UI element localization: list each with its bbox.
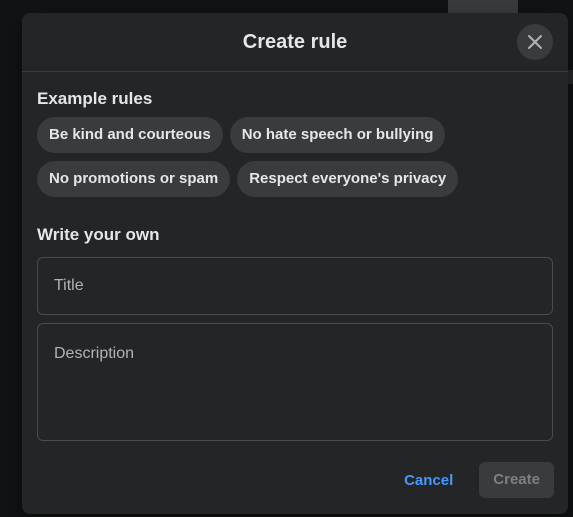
chip-be-kind[interactable]: Be kind and courteous: [37, 117, 223, 153]
description-input[interactable]: Description: [37, 323, 553, 441]
example-rules-chips: Be kind and courteous No hate speech or …: [37, 117, 497, 197]
chip-respect-privacy[interactable]: Respect everyone's privacy: [237, 161, 459, 197]
chip-no-hate-speech[interactable]: No hate speech or bullying: [229, 117, 446, 153]
dialog-title: Create rule: [242, 30, 348, 53]
chip-no-promotions[interactable]: No promotions or spam: [37, 161, 231, 197]
dialog-footer: Cancel Create: [396, 462, 554, 498]
title-input[interactable]: Title: [37, 257, 553, 315]
dialog-header: Create rule: [22, 13, 568, 72]
close-icon: [528, 35, 542, 49]
background-tab: [448, 0, 518, 13]
create-button[interactable]: Create: [479, 462, 554, 498]
create-rule-dialog: Create rule Example rules Be kind and co…: [22, 13, 568, 514]
write-your-own-label: Write your own: [37, 225, 160, 244]
dialog-body: Example rules Be kind and courteous No h…: [22, 72, 568, 441]
example-rules-label: Example rules: [37, 89, 153, 108]
close-button[interactable]: [517, 24, 553, 60]
cancel-button[interactable]: Cancel: [396, 464, 461, 497]
